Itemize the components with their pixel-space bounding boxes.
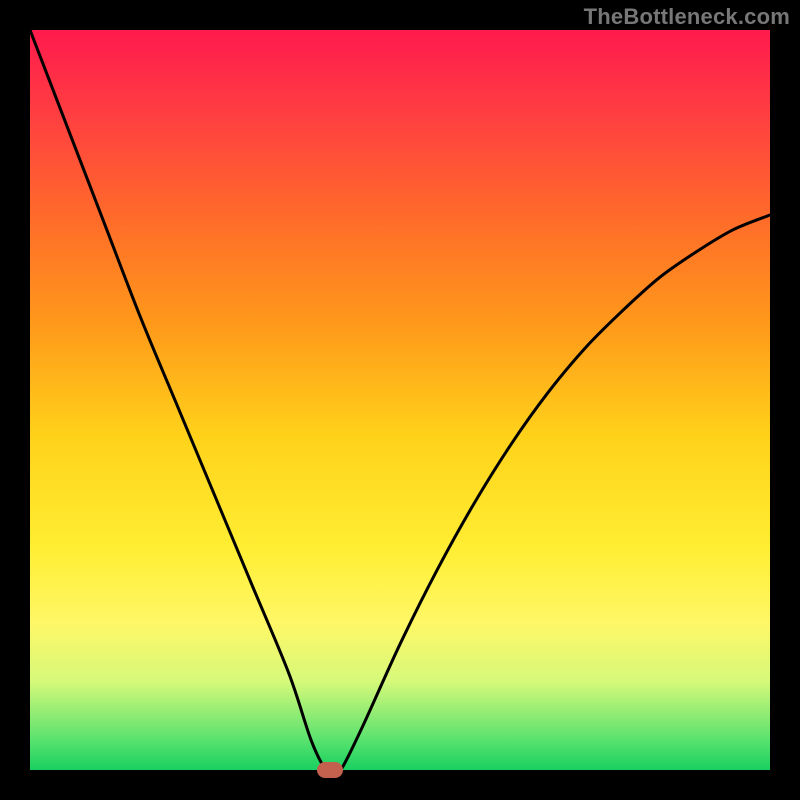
chart-frame: TheBottleneck.com: [0, 0, 800, 800]
bottleneck-curve: [30, 30, 770, 770]
optimal-marker: [317, 762, 343, 778]
curve-layer: [30, 30, 770, 770]
watermark-text: TheBottleneck.com: [584, 4, 790, 30]
